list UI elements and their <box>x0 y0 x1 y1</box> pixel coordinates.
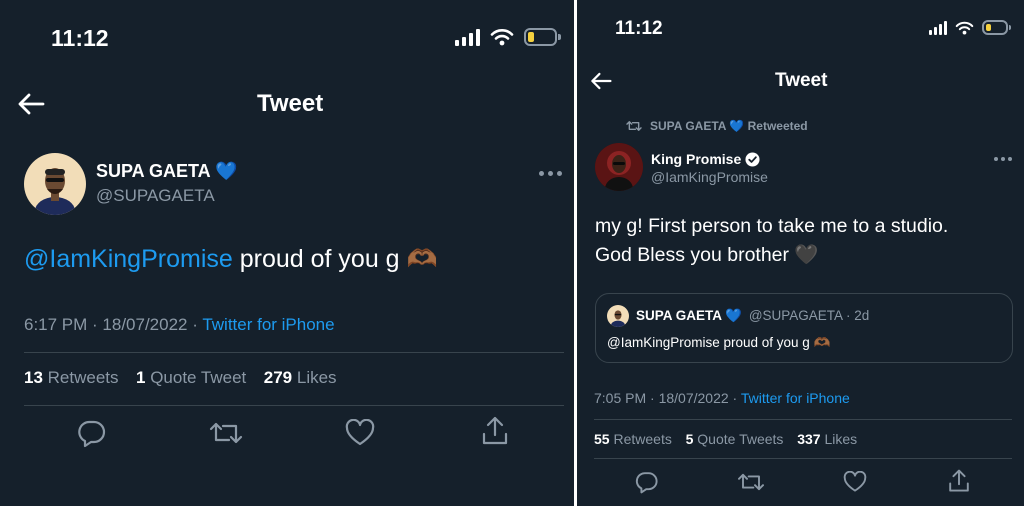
tweet-timestamp: 6:17 PM · 18/07/2022 · Twitter for iPhon… <box>24 315 335 334</box>
tweet-text: @IamKingPromise proud of you g 🫶🏾 <box>24 245 438 274</box>
avatar-illustration <box>595 143 643 191</box>
quoted-tweet-text: @IamKingPromise proud of you g 🫶🏾 <box>607 335 831 350</box>
cellular-signal-icon <box>455 28 480 46</box>
avatar-illustration <box>35 168 75 215</box>
arrow-left-icon[interactable] <box>17 93 45 115</box>
wifi-icon <box>955 21 974 35</box>
left-screenshot-panel: 11:12 Tweet SUPA GAETA 💙 @SUPAGAETA @Iam… <box>0 0 574 506</box>
page-title: Tweet <box>775 70 828 91</box>
more-horizontal-icon[interactable] <box>539 171 562 176</box>
tweet-text-line-1: my g! First person to take me to a studi… <box>595 215 949 237</box>
status-bar-icons <box>455 28 561 46</box>
retweets-stat[interactable]: 55 Retweets <box>594 431 672 447</box>
retweeted-by-label[interactable]: SUPA GAETA 💙 Retweeted <box>650 119 808 133</box>
verified-badge-icon <box>745 151 760 167</box>
source-link[interactable]: Twitter for iPhone <box>741 390 850 406</box>
status-bar-time: 11:12 <box>615 18 663 39</box>
reply-icon[interactable] <box>635 470 659 494</box>
battery-icon <box>524 28 561 46</box>
author-name[interactable]: King Promise <box>651 151 760 167</box>
reply-icon[interactable] <box>77 418 107 448</box>
blue-heart-emoji: 💙 <box>215 161 238 181</box>
share-icon[interactable] <box>947 468 971 494</box>
page-title: Tweet <box>257 90 324 117</box>
avatar <box>607 305 629 327</box>
quoted-author-handle: @SUPAGAETA · 2d <box>748 308 870 323</box>
wifi-icon <box>490 29 514 46</box>
source-link[interactable]: Twitter for iPhone <box>202 315 334 334</box>
retweet-icon[interactable] <box>209 418 243 448</box>
author-name[interactable]: SUPA GAETA 💙 <box>96 161 237 182</box>
tweet-body: proud of you g <box>232 245 407 273</box>
tweet-stats: 13 Retweets 1 Quote Tweet 279 Likes <box>24 368 337 388</box>
divider <box>594 419 1012 420</box>
more-horizontal-icon[interactable] <box>994 157 1012 161</box>
tweet-stats: 55 Retweets 5 Quote Tweets 337 Likes <box>594 431 857 447</box>
likes-stat[interactable]: 279 Likes <box>264 368 337 387</box>
quoted-tweet-card[interactable]: SUPA GAETA 💙 @SUPAGAETA · 2d @IamKingPro… <box>595 293 1013 363</box>
quoted-tweet-header: SUPA GAETA 💙 @SUPAGAETA · 2d <box>636 308 869 324</box>
status-bar-time: 11:12 <box>51 25 109 51</box>
mention-link[interactable]: @IamKingPromise <box>24 245 233 273</box>
retweet-icon[interactable] <box>737 470 765 494</box>
arrow-left-icon[interactable] <box>590 72 612 90</box>
retweets-stat[interactable]: 13 Retweets <box>24 368 119 387</box>
author-handle[interactable]: @SUPAGAETA <box>96 186 215 206</box>
heart-icon[interactable] <box>345 419 375 447</box>
retweet-icon <box>626 121 642 131</box>
battery-icon <box>982 20 1011 35</box>
divider <box>594 458 1012 459</box>
quote-tweets-stat[interactable]: 5 Quote Tweets <box>686 431 784 447</box>
tweet-timestamp: 7:05 PM · 18/07/2022 · Twitter for iPhon… <box>594 390 850 406</box>
heart-hands-emoji: 🫶🏾 <box>406 245 438 273</box>
share-icon[interactable] <box>480 415 510 447</box>
likes-stat[interactable]: 337 Likes <box>797 431 857 447</box>
avatar[interactable] <box>24 153 86 215</box>
cellular-signal-icon <box>929 20 947 35</box>
right-screenshot-panel: 11:12 Tweet SUPA GAETA 💙 Retweeted King … <box>577 0 1024 506</box>
quote-tweets-stat[interactable]: 1 Quote Tweet <box>136 368 246 387</box>
tweet-text-line-2: God Bless you brother 🖤 <box>595 244 819 266</box>
author-handle[interactable]: @IamKingPromise <box>651 169 768 185</box>
heart-icon[interactable] <box>843 471 867 493</box>
status-bar-icons <box>929 20 1011 35</box>
quoted-author-name: SUPA GAETA 💙 <box>636 308 743 323</box>
divider <box>24 405 564 406</box>
avatar-illustration <box>610 310 626 327</box>
divider <box>24 352 564 353</box>
avatar[interactable] <box>595 143 643 191</box>
